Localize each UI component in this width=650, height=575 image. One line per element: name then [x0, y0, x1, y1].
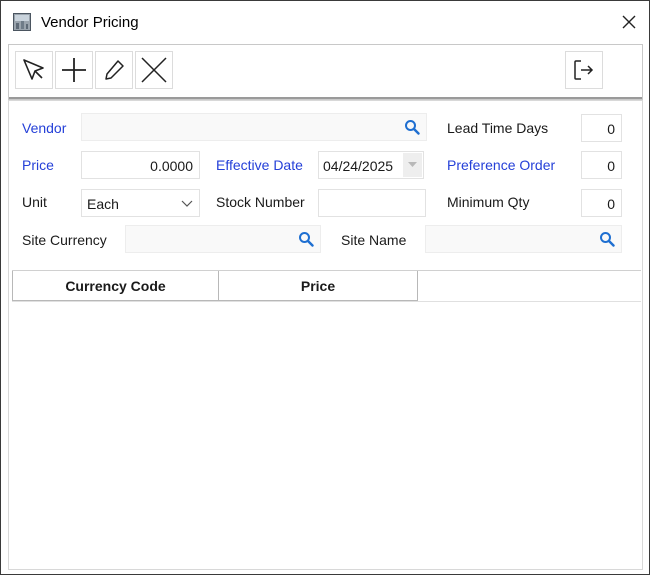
- x-delete-icon: [141, 57, 167, 83]
- chevron-down-icon: [181, 200, 193, 207]
- column-header-currency-code[interactable]: Currency Code: [12, 271, 219, 301]
- grid-header-divider: [12, 301, 641, 302]
- lead-time-days-value: 0: [607, 121, 615, 137]
- plus-icon: [62, 58, 86, 82]
- vendor-field[interactable]: [81, 113, 427, 141]
- select-arrow-icon: [23, 59, 44, 80]
- lead-time-days-field[interactable]: 0: [581, 114, 622, 142]
- vendor-label[interactable]: Vendor: [22, 120, 66, 136]
- stock-number-field[interactable]: [318, 189, 426, 217]
- search-icon[interactable]: [599, 231, 615, 247]
- app-icon: [13, 13, 31, 31]
- chevron-down-icon: [408, 162, 417, 167]
- price-value: 0.0000: [150, 158, 193, 174]
- price-field[interactable]: 0.0000: [81, 151, 200, 179]
- preference-order-field[interactable]: 0: [581, 151, 622, 179]
- preference-order-label[interactable]: Preference Order: [447, 157, 555, 173]
- effective-date-label[interactable]: Effective Date: [216, 157, 303, 173]
- unit-select[interactable]: Each: [81, 189, 200, 217]
- minimum-qty-label: Minimum Qty: [447, 194, 530, 210]
- stock-number-label: Stock Number: [216, 194, 305, 210]
- window-title: Vendor Pricing: [41, 14, 139, 31]
- site-currency-field[interactable]: [125, 225, 321, 253]
- title-bar: Vendor Pricing: [1, 1, 649, 43]
- pricing-grid: Currency Code Price: [12, 270, 641, 567]
- exit-icon: [574, 60, 594, 80]
- vendor-pricing-window: Vendor Pricing Vendor Lead Time Days 0 P…: [0, 0, 650, 575]
- effective-date-field[interactable]: 04/24/2025: [318, 151, 424, 179]
- unit-label: Unit: [22, 194, 47, 210]
- close-icon: [622, 15, 636, 29]
- date-dropdown-button[interactable]: [403, 153, 422, 177]
- unit-value: Each: [87, 196, 119, 212]
- search-icon[interactable]: [298, 231, 314, 247]
- lead-time-days-label: Lead Time Days: [447, 120, 549, 136]
- toolbar: [8, 44, 643, 100]
- close-button[interactable]: [616, 9, 642, 35]
- pencil-icon: [105, 60, 124, 80]
- site-name-field[interactable]: [425, 225, 622, 253]
- column-header-price[interactable]: Price: [218, 271, 418, 301]
- exit-button[interactable]: [565, 51, 603, 89]
- add-button[interactable]: [55, 51, 93, 89]
- effective-date-value: 04/24/2025: [323, 158, 394, 174]
- search-icon[interactable]: [404, 119, 420, 135]
- select-button[interactable]: [15, 51, 53, 89]
- minimum-qty-value: 0: [607, 196, 615, 212]
- minimum-qty-field[interactable]: 0: [581, 189, 622, 217]
- preference-order-value: 0: [607, 158, 615, 174]
- site-currency-label: Site Currency: [22, 232, 107, 248]
- edit-button[interactable]: [95, 51, 133, 89]
- site-name-label: Site Name: [341, 232, 407, 248]
- delete-button[interactable]: [135, 51, 173, 89]
- form-panel: Vendor Lead Time Days 0 Price 0.0000 Eff…: [8, 100, 643, 570]
- price-label[interactable]: Price: [22, 157, 54, 173]
